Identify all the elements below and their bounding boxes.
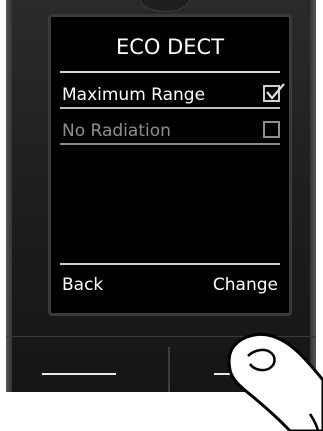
pointing-hand-icon (227, 332, 323, 431)
option-label: No Radiation (62, 121, 171, 141)
option-no-radiation[interactable]: No Radiation (60, 115, 280, 145)
key-divider (168, 347, 170, 392)
phone-rim-left (6, 0, 12, 392)
option-label: Maximum Range (62, 85, 206, 105)
change-softkey[interactable]: Change (213, 275, 278, 295)
checkbox-empty-icon[interactable] (263, 121, 280, 138)
title-divider (60, 71, 280, 73)
row-divider (60, 143, 280, 145)
back-softkey[interactable]: Back (62, 275, 103, 295)
checkbox-checked-icon[interactable] (263, 83, 285, 102)
softkey-divider (60, 263, 280, 265)
left-softkey-button[interactable] (42, 373, 116, 375)
option-maximum-range[interactable]: Maximum Range (60, 79, 285, 109)
screen-title: ECO DECT (115, 35, 225, 59)
display-screen: ECO DECT Maximum Range No Radiation Back… (48, 14, 292, 316)
row-divider (60, 107, 280, 109)
